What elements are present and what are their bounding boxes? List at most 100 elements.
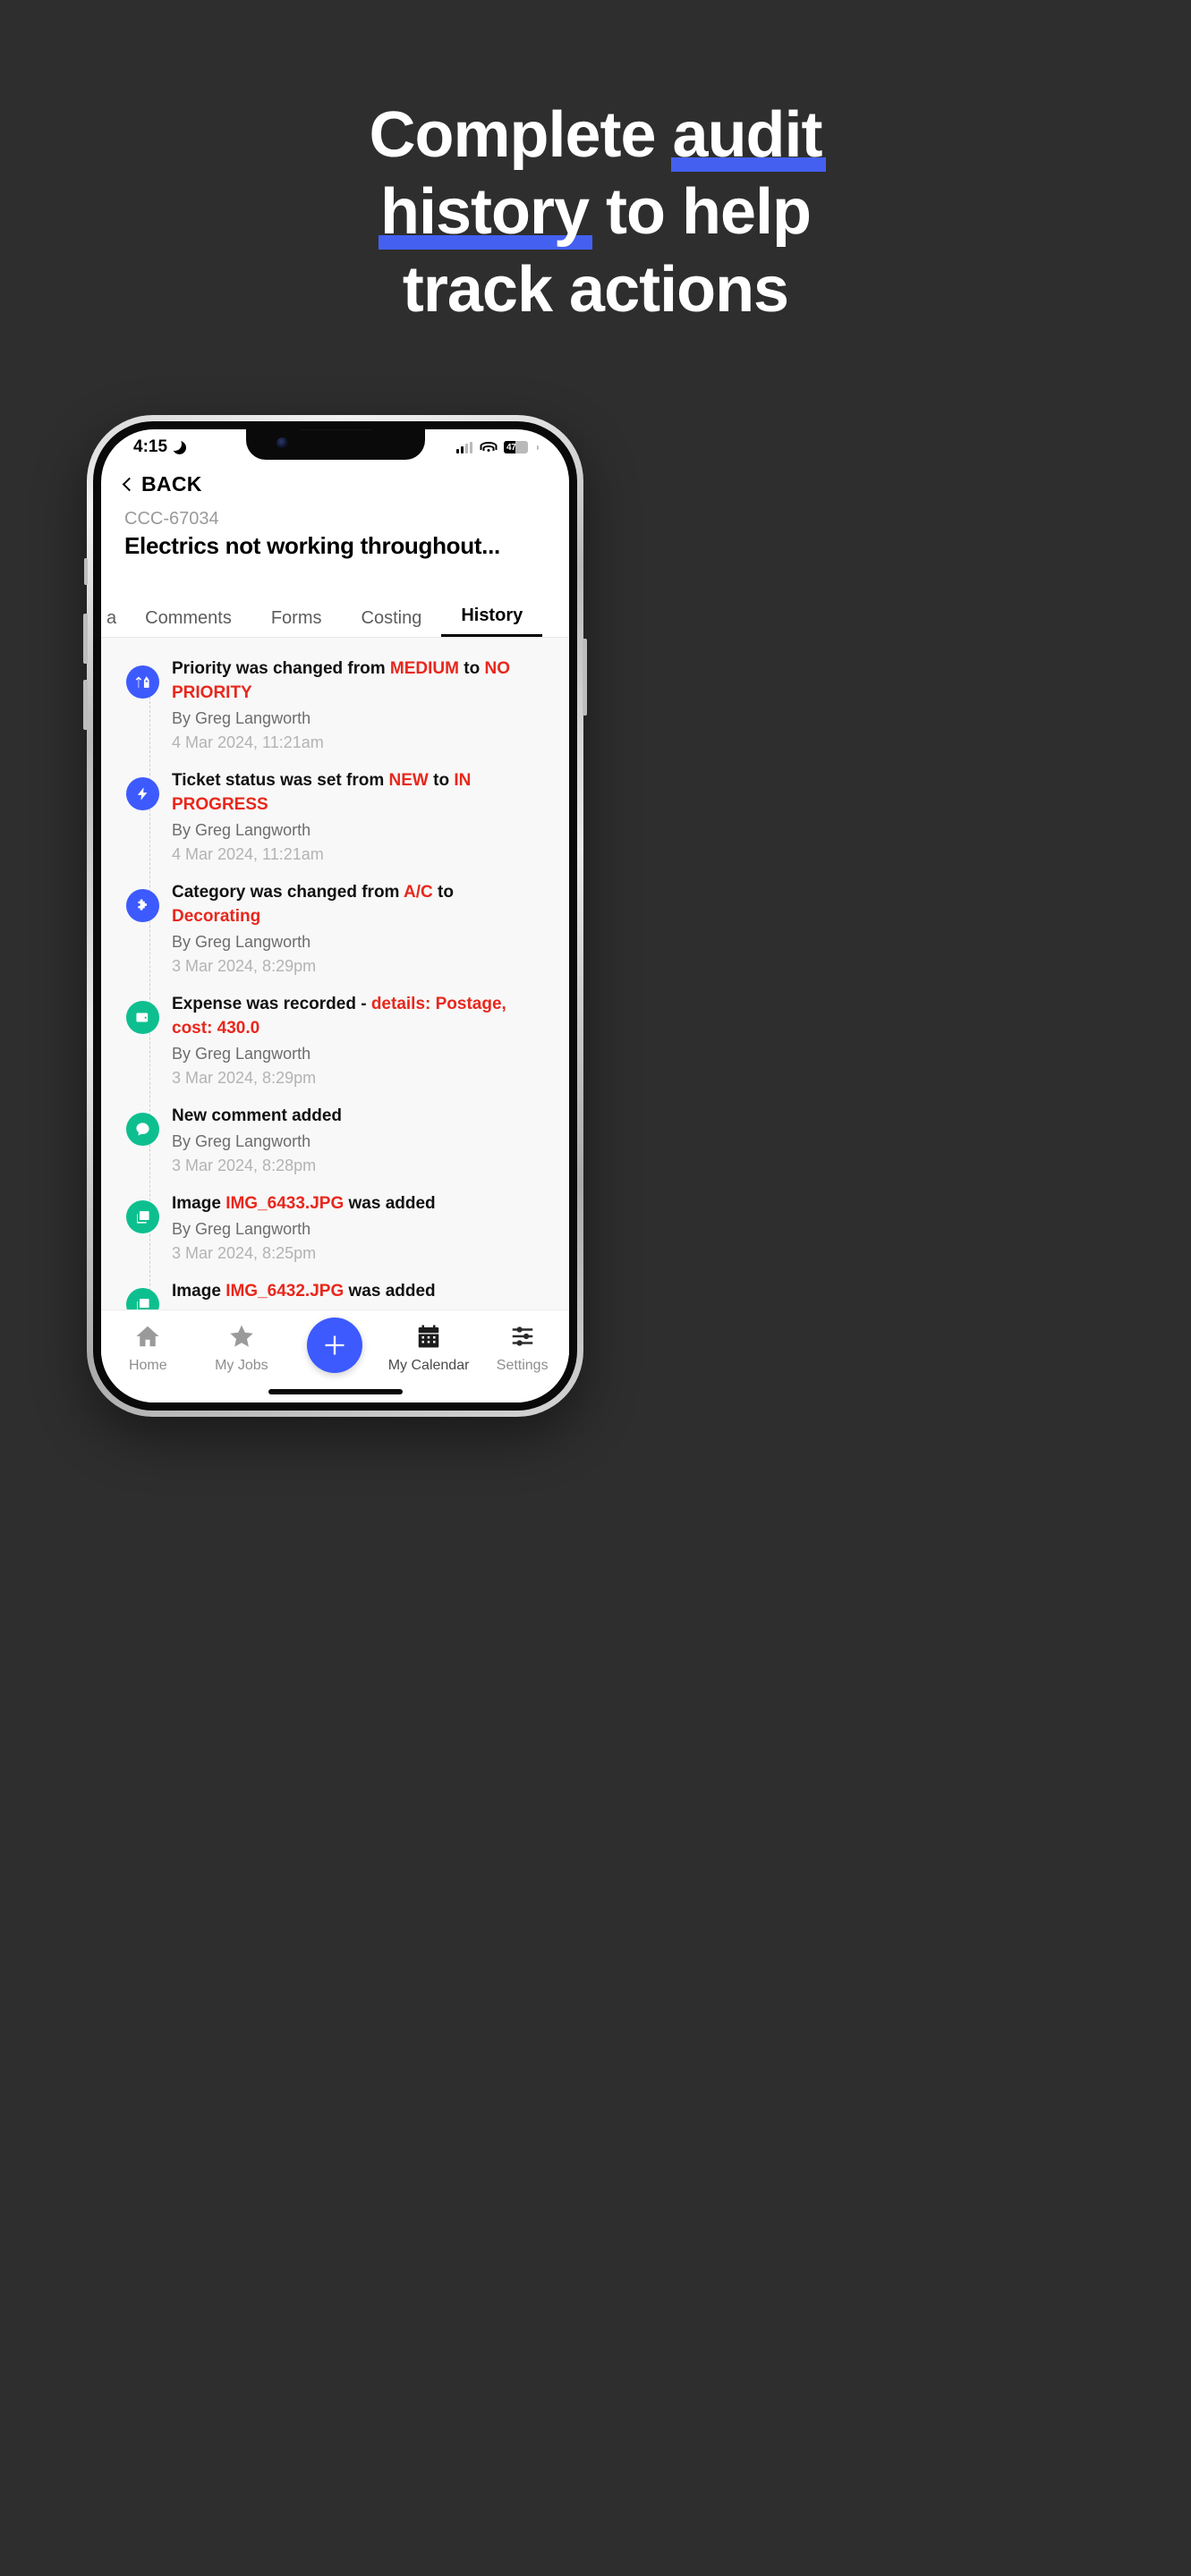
status-bar: 4:15 47 xyxy=(101,429,569,460)
app-header: BACK CCC-67034 Electrics not working thr… xyxy=(101,460,569,560)
nav-item-my-calendar[interactable]: My Calendar xyxy=(384,1323,473,1374)
back-button-label: BACK xyxy=(141,472,202,496)
battery-icon: 47 xyxy=(504,441,528,453)
history-entry-text: to xyxy=(458,659,485,678)
star-icon xyxy=(228,1323,255,1354)
history-entry-text: Image xyxy=(172,1193,226,1213)
history-entry-body: Expense was recorded - details: Postage,… xyxy=(172,993,544,1090)
history-entry[interactable]: Priority was changed from MEDIUM to NO P… xyxy=(101,657,569,769)
mute-switch xyxy=(84,558,88,585)
history-entry-body: Priority was changed from MEDIUM to NO P… xyxy=(172,657,544,755)
comment-bubble-icon xyxy=(126,1112,159,1146)
history-entry-highlight: Decorating xyxy=(172,906,261,926)
history-entry-text: Ticket status was set from xyxy=(172,770,389,790)
lightning-bolt-icon xyxy=(126,776,159,810)
tab-comments[interactable]: Comments xyxy=(125,608,251,637)
tab-a[interactable]: a xyxy=(101,608,125,637)
status-bar-left: 4:15 xyxy=(133,437,187,457)
history-entry-timestamp: 3 Mar 2024, 8:29pm xyxy=(172,956,317,975)
tab-history[interactable]: History xyxy=(441,606,543,637)
history-entry-text: Category was changed from xyxy=(172,882,404,902)
phone-device-frame: 4:15 47 BACK CCC-67034 Electrics not wor… xyxy=(83,415,587,1417)
promo-underlined-word: history xyxy=(378,174,593,250)
history-entry-timestamp: 4 Mar 2024, 11:21am xyxy=(172,733,324,751)
history-entry-body: Image IMG_6433.JPG was added By Greg Lang… xyxy=(172,1192,544,1266)
nav-item-my-jobs[interactable]: My Jobs xyxy=(197,1323,286,1374)
history-entry-title: Image IMG_6432.JPG was added xyxy=(172,1280,544,1304)
history-entry-body: New comment added By Greg Langworth 3 Mar … xyxy=(172,1105,544,1178)
nav-item-label: Settings xyxy=(496,1358,549,1373)
history-entry-author: By Greg Langworth xyxy=(172,932,311,951)
history-entry-text: was added xyxy=(344,1281,436,1301)
battery-cap xyxy=(537,445,539,450)
page-title: Electrics not working throughout... xyxy=(124,532,500,559)
history-entry-title: Image IMG_6433.JPG was added xyxy=(172,1192,544,1216)
history-list[interactable]: Priority was changed from MEDIUM to NO P… xyxy=(101,638,569,1398)
history-entry-timestamp: 3 Mar 2024, 8:29pm xyxy=(172,1068,317,1087)
priority-arrows-icon xyxy=(126,665,159,699)
volume-up-button xyxy=(83,614,88,664)
history-entry[interactable]: Category was changed from A/C to Decorat… xyxy=(101,881,569,993)
history-entry-author: By Greg Langworth xyxy=(172,1219,311,1238)
promo-headline-line: track actions xyxy=(54,251,1137,328)
history-entry-title: Category was changed from A/C to Decorat… xyxy=(172,881,544,929)
history-entry-body: Ticket status was set from NEW to IN PRO… xyxy=(172,769,544,867)
home-icon xyxy=(134,1323,161,1354)
promo-headline: Complete audit history to help track actio… xyxy=(0,97,1191,328)
history-entry[interactable]: Ticket status was set from NEW to IN PRO… xyxy=(101,769,569,881)
promo-plain-text: track actions xyxy=(402,253,789,326)
history-entry[interactable]: Image IMG_6433.JPG was added By Greg Lang… xyxy=(101,1192,569,1280)
tab-costing[interactable]: Costing xyxy=(342,608,442,637)
history-entry[interactable]: Expense was recorded - details: Postage,… xyxy=(101,993,569,1105)
history-entry-title: Expense was recorded - details: Postage,… xyxy=(172,993,544,1041)
history-entry-text: to xyxy=(432,882,454,902)
nav-item-label: My Calendar xyxy=(387,1358,470,1373)
history-entry-highlight: IMG_6432.JPG xyxy=(225,1281,345,1301)
promo-plain-text: to help xyxy=(589,176,812,249)
tab-bar[interactable]: a Comments Forms Costing History xyxy=(101,596,569,638)
nav-item-home[interactable]: Home xyxy=(103,1323,192,1374)
promo-underlined-word: audit xyxy=(670,97,826,174)
history-entry-text: was added xyxy=(344,1193,436,1213)
history-entry-text: to xyxy=(428,770,455,790)
volume-down-button xyxy=(83,680,88,730)
history-entry-text: Expense was recorded - xyxy=(172,994,371,1013)
history-entry-title: Priority was changed from MEDIUM to NO P… xyxy=(172,657,544,706)
history-entry[interactable]: New comment added By Greg Langworth 3 Mar … xyxy=(101,1105,569,1192)
image-icon xyxy=(126,1199,159,1233)
add-button[interactable] xyxy=(307,1318,363,1373)
history-entry-text: Image xyxy=(172,1281,226,1301)
status-bar-right: 47 xyxy=(456,441,539,453)
history-entry-highlight: NEW xyxy=(388,770,429,790)
battery-level-label: 47 xyxy=(506,442,516,453)
history-entry-text: Priority was changed from xyxy=(172,659,390,678)
nav-item-label: My Jobs xyxy=(215,1358,268,1373)
wallet-icon xyxy=(126,1000,159,1034)
history-entry-title: Ticket status was set from NEW to IN PRO… xyxy=(172,769,544,818)
nav-item-label: Home xyxy=(128,1358,167,1373)
back-button[interactable]: BACK xyxy=(122,472,546,496)
history-entry-timestamp: 3 Mar 2024, 8:25pm xyxy=(172,1243,317,1262)
history-entry-author: By Greg Langworth xyxy=(172,820,311,839)
puzzle-piece-icon xyxy=(126,888,159,922)
signal-bars-icon xyxy=(456,441,472,453)
history-entry-timestamp: 3 Mar 2024, 8:28pm xyxy=(172,1156,317,1174)
nav-item-settings[interactable]: Settings xyxy=(478,1323,567,1374)
home-indicator xyxy=(268,1389,403,1394)
tab-forms[interactable]: Forms xyxy=(251,608,342,637)
crescent-moon-icon xyxy=(173,440,187,454)
promo-plain-text: Complete xyxy=(369,99,673,171)
history-entry-text: New comment added xyxy=(172,1106,343,1125)
history-entry-author: By Greg Langworth xyxy=(172,708,311,727)
history-entry-highlight: IMG_6433.JPG xyxy=(225,1193,345,1213)
history-entry-highlight: MEDIUM xyxy=(389,659,459,678)
history-entry-title: New comment added xyxy=(172,1105,544,1129)
sliders-icon xyxy=(509,1323,536,1354)
promo-headline-line: history to help xyxy=(54,174,1137,250)
history-entry-author: By Greg Langworth xyxy=(172,1044,311,1063)
history-entry-body: Category was changed from A/C to Decorat… xyxy=(172,881,544,979)
nav-item-add[interactable] xyxy=(290,1318,379,1373)
power-button xyxy=(583,639,587,716)
history-entry-highlight: A/C xyxy=(404,882,433,902)
ticket-id: CCC-67034 xyxy=(124,509,219,529)
